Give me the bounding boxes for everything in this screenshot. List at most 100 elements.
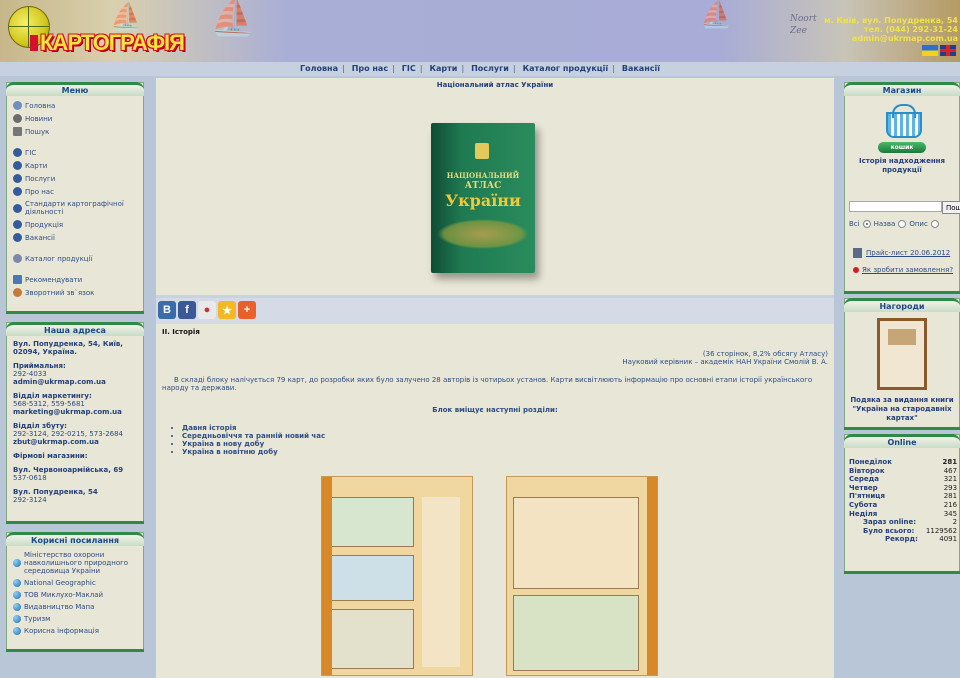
map-label: Zee bbox=[790, 26, 807, 36]
product-history-link[interactable]: Історія надходження продукції bbox=[845, 157, 959, 175]
link-national-geographic[interactable]: National Geographic bbox=[7, 577, 143, 589]
award-caption: Подяка за видання книги "Україна на стар… bbox=[850, 396, 954, 422]
reception-phone: 292-4033 bbox=[13, 370, 47, 378]
globe-icon bbox=[13, 579, 21, 587]
section-ancient[interactable]: Давня історія bbox=[182, 424, 828, 432]
nav-vacancies[interactable]: Вакансії bbox=[622, 64, 660, 73]
shop1-phone: 537-0618 bbox=[13, 474, 47, 482]
red-dot-icon bbox=[853, 267, 859, 273]
bullet-icon bbox=[13, 203, 22, 213]
site-logo[interactable]: КАРТОГРАФІЯ bbox=[30, 30, 185, 56]
radio-description[interactable] bbox=[930, 220, 939, 228]
sections-list: Давня історія Середньовіччя та ранній но… bbox=[182, 424, 828, 456]
link-ministry[interactable]: Міністерство охорони навколишнього приро… bbox=[7, 549, 143, 577]
menu-title: Меню bbox=[6, 82, 144, 96]
link-miklukho[interactable]: ТОВ Миклухо-Маклай bbox=[7, 589, 143, 601]
bullet-icon bbox=[13, 187, 22, 196]
facebook-share-icon[interactable]: f bbox=[178, 301, 196, 319]
how-to-order-link[interactable]: Як зробити замовлення? bbox=[853, 266, 959, 274]
award-certificate-image[interactable] bbox=[877, 318, 927, 390]
menu-item-search[interactable]: Пошук bbox=[7, 125, 143, 138]
vkontakte-share-icon[interactable]: B bbox=[158, 301, 176, 319]
price-list-link[interactable]: Прайс-лист 20.06.2012 bbox=[853, 248, 959, 258]
shop-search-button[interactable]: Пошук bbox=[942, 201, 960, 214]
stat-row: Середа 321 bbox=[849, 475, 958, 484]
menu-item-gis[interactable]: ГІС bbox=[7, 146, 143, 159]
online-panel: Online Понеділок 281 Вівторок 467 Середа 32… bbox=[844, 434, 960, 574]
trident-icon bbox=[475, 143, 489, 159]
shop-search-input[interactable] bbox=[849, 201, 942, 212]
english-flag-icon[interactable] bbox=[940, 45, 956, 56]
article-heading: ІІ. Історія bbox=[162, 328, 200, 336]
link-tourism[interactable]: Туризм bbox=[7, 613, 143, 625]
reception-email[interactable]: admin@ukrmap.com.ua bbox=[13, 378, 106, 386]
menu-item-feedback[interactable]: Зворотний зв`язок bbox=[7, 286, 143, 299]
section-modern[interactable]: Україна в нову добу bbox=[182, 440, 828, 448]
globe-icon bbox=[13, 591, 21, 599]
nav-catalog[interactable]: Каталог продукції bbox=[523, 64, 609, 73]
search-icon bbox=[13, 127, 22, 136]
section-medieval[interactable]: Середньовіччя та ранній новий час bbox=[182, 432, 828, 440]
stat-row: Вівторок 467 bbox=[849, 466, 958, 475]
nav-maps[interactable]: Карти bbox=[429, 64, 457, 73]
shop2-phone: 292-3124 bbox=[13, 496, 47, 504]
shops-label: Фірмові магазини: bbox=[13, 452, 88, 460]
marketing-email[interactable]: marketing@ukrmap.com.ua bbox=[13, 408, 122, 416]
ship-decoration: ⛵ bbox=[700, 0, 733, 30]
basket-icon[interactable] bbox=[882, 104, 922, 138]
bullet-icon bbox=[13, 220, 22, 229]
site-banner: ⛵ ⛵ ⛵ Noort Zee КАРТОГРАФІЯ м. Київ, вул… bbox=[0, 0, 960, 62]
feedback-icon bbox=[13, 288, 22, 297]
nav-services[interactable]: Послуги bbox=[471, 64, 509, 73]
address-title: Наша адреса bbox=[6, 322, 144, 336]
radio-all[interactable] bbox=[862, 220, 871, 228]
menu-item-maps[interactable]: Карти bbox=[7, 159, 143, 172]
header-email[interactable]: admin@ukrmap.com.ua bbox=[824, 34, 958, 43]
nav-home[interactable]: Головна bbox=[300, 64, 338, 73]
atlas-book-image[interactable]: НАЦІОНАЛЬНИЙ АТЛАС України bbox=[431, 123, 535, 273]
atlas-page-image[interactable] bbox=[321, 476, 473, 676]
article: ІІ. Історія (36 сторінок, 8,2% обсягу Ат… bbox=[156, 324, 834, 460]
radio-name[interactable] bbox=[898, 220, 907, 228]
online-stats-table: Понеділок 281 Вівторок 467 Середа 321 Четве… bbox=[845, 458, 960, 544]
menu-item-standards[interactable]: Стандарти картографічної діяльності bbox=[7, 198, 143, 218]
ukrainian-flag-icon[interactable] bbox=[922, 45, 938, 56]
article-supervisor: Науковий керівник – академік НАН України… bbox=[622, 358, 828, 366]
menu-item-products[interactable]: Продукція bbox=[7, 218, 143, 231]
menu-item-services[interactable]: Послуги bbox=[7, 172, 143, 185]
globe-icon bbox=[13, 559, 21, 567]
menu-item-news[interactable]: Новини bbox=[7, 112, 143, 125]
sections-title: Блок вміщує наступні розділи: bbox=[432, 406, 558, 414]
menu-item-recommend[interactable]: Рекомендувати bbox=[7, 273, 143, 286]
bullet-icon bbox=[13, 148, 22, 157]
nav-about[interactable]: Про нас bbox=[352, 64, 388, 73]
link-mapa[interactable]: Видавництво Мапа bbox=[7, 601, 143, 613]
nav-gis[interactable]: ГІС bbox=[402, 64, 416, 73]
stat-row: Рекорд: 4091 bbox=[885, 535, 958, 544]
favorite-star-icon[interactable]: ★ bbox=[218, 301, 236, 319]
menu-item-vacancies[interactable]: Вакансії bbox=[7, 231, 143, 244]
sales-phone: 292-3124, 292-0215, 573-2684 bbox=[13, 430, 124, 438]
add-more-share-icon[interactable]: + bbox=[238, 301, 256, 319]
cart-button[interactable]: кошик bbox=[878, 142, 926, 153]
home-icon bbox=[13, 101, 22, 110]
link-useful-info[interactable]: Корисна інформація bbox=[7, 625, 143, 637]
myworld-share-icon[interactable]: ● bbox=[198, 301, 216, 319]
menu-item-home[interactable]: Головна bbox=[7, 99, 143, 112]
stat-row: Зараз online: 2 bbox=[863, 518, 958, 527]
document-icon bbox=[853, 248, 862, 258]
feature-block: Національний атлас України НАЦІОНАЛЬНИЙ … bbox=[156, 78, 834, 298]
awards-title: Нагороди bbox=[844, 298, 960, 312]
menu-panel: Меню Головна Новини Пошук ГІС Карти Посл… bbox=[6, 82, 144, 314]
menu-item-about[interactable]: Про нас bbox=[7, 185, 143, 198]
catalog-icon bbox=[13, 254, 22, 263]
sales-email[interactable]: zbut@ukrmap.com.ua bbox=[13, 438, 99, 446]
stat-row: П'ятниця 281 bbox=[849, 492, 958, 501]
atlas-page-image[interactable] bbox=[506, 476, 658, 676]
language-switch bbox=[920, 45, 956, 56]
online-title: Online bbox=[844, 434, 960, 448]
menu-item-catalog[interactable]: Каталог продукції bbox=[7, 252, 143, 265]
section-contemporary[interactable]: Україна в новітню добу bbox=[182, 448, 828, 456]
bullet-icon bbox=[13, 174, 22, 183]
feature-title[interactable]: Національний атлас України bbox=[156, 78, 834, 89]
